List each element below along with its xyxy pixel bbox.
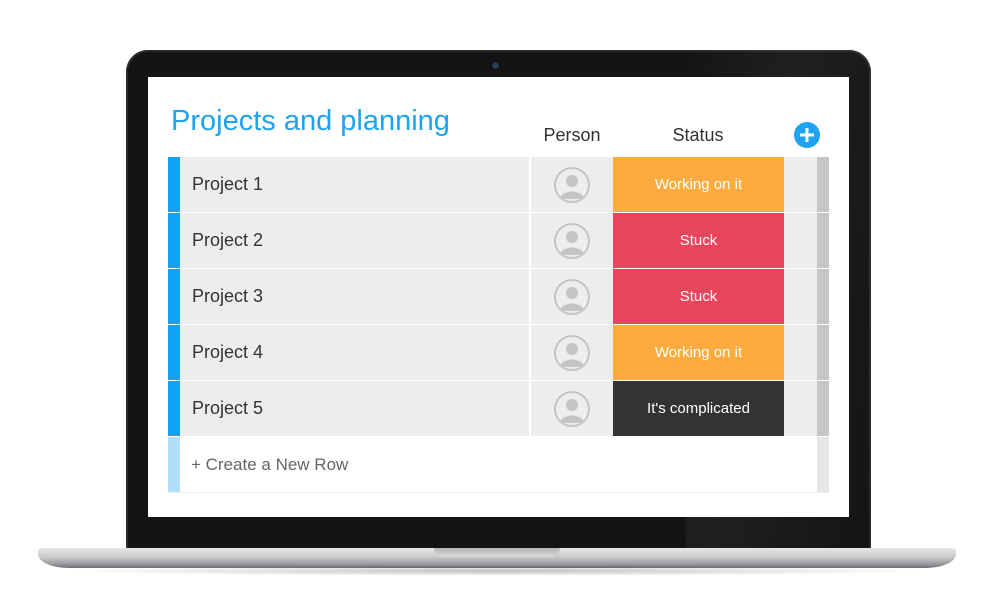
laptop-screen: Projects and planning Person Status Proj…	[148, 77, 849, 517]
laptop-base-notch	[434, 548, 560, 557]
row-end-bar	[817, 269, 829, 324]
table-row[interactable]: Project 4 Working on it	[168, 325, 829, 380]
board-rows: Project 1 Working on it Project 2 Stuck …	[168, 157, 829, 493]
status-cell[interactable]: It's complicated	[613, 381, 784, 436]
row-name[interactable]: Project 3	[192, 269, 263, 324]
row-end-bar	[817, 213, 829, 268]
person-icon	[554, 222, 590, 259]
status-cell[interactable]: Stuck	[613, 269, 784, 324]
row-end-cell	[784, 213, 817, 268]
plus-icon	[800, 128, 814, 142]
laptop-shadow	[60, 566, 934, 576]
row-end-cell	[784, 381, 817, 436]
person-cell[interactable]	[531, 213, 613, 268]
person-icon	[554, 166, 590, 203]
person-icon	[554, 278, 590, 315]
laptop-base	[38, 548, 956, 568]
row-group-color	[168, 381, 180, 436]
create-new-row-label[interactable]: + Create a New Row	[191, 437, 348, 492]
person-icon	[554, 334, 590, 371]
row-group-color	[168, 269, 180, 324]
row-name[interactable]: Project 2	[192, 213, 263, 268]
status-cell[interactable]: Working on it	[613, 325, 784, 380]
status-cell[interactable]: Working on it	[613, 157, 784, 212]
row-end-bar	[817, 437, 829, 492]
person-icon	[554, 390, 590, 427]
column-header-status[interactable]: Status	[613, 125, 783, 146]
board-title: Projects and planning	[171, 105, 450, 137]
row-name[interactable]: Project 5	[192, 381, 263, 436]
person-cell[interactable]	[531, 381, 613, 436]
row-end-cell	[784, 157, 817, 212]
row-group-color	[168, 325, 180, 380]
row-name[interactable]: Project 4	[192, 325, 263, 380]
row-group-color	[168, 213, 180, 268]
row-end-bar	[817, 157, 829, 212]
row-group-color	[168, 437, 180, 492]
column-header-person[interactable]: Person	[530, 125, 614, 146]
table-row[interactable]: Project 1 Working on it	[168, 157, 829, 212]
add-column-button[interactable]	[794, 122, 820, 148]
row-name[interactable]: Project 1	[192, 157, 263, 212]
row-group-color	[168, 157, 180, 212]
row-end-bar	[817, 325, 829, 380]
person-cell[interactable]	[531, 157, 613, 212]
table-row[interactable]: Project 5 It's complicated	[168, 381, 829, 436]
status-cell[interactable]: Stuck	[613, 213, 784, 268]
webcam	[492, 62, 499, 69]
table-row[interactable]: Project 3 Stuck	[168, 269, 829, 324]
table-row[interactable]: Project 2 Stuck	[168, 213, 829, 268]
create-new-row[interactable]: + Create a New Row	[168, 437, 829, 493]
row-end-bar	[817, 381, 829, 436]
person-cell[interactable]	[531, 269, 613, 324]
row-end-cell	[784, 325, 817, 380]
person-cell[interactable]	[531, 325, 613, 380]
row-end-cell	[784, 269, 817, 324]
